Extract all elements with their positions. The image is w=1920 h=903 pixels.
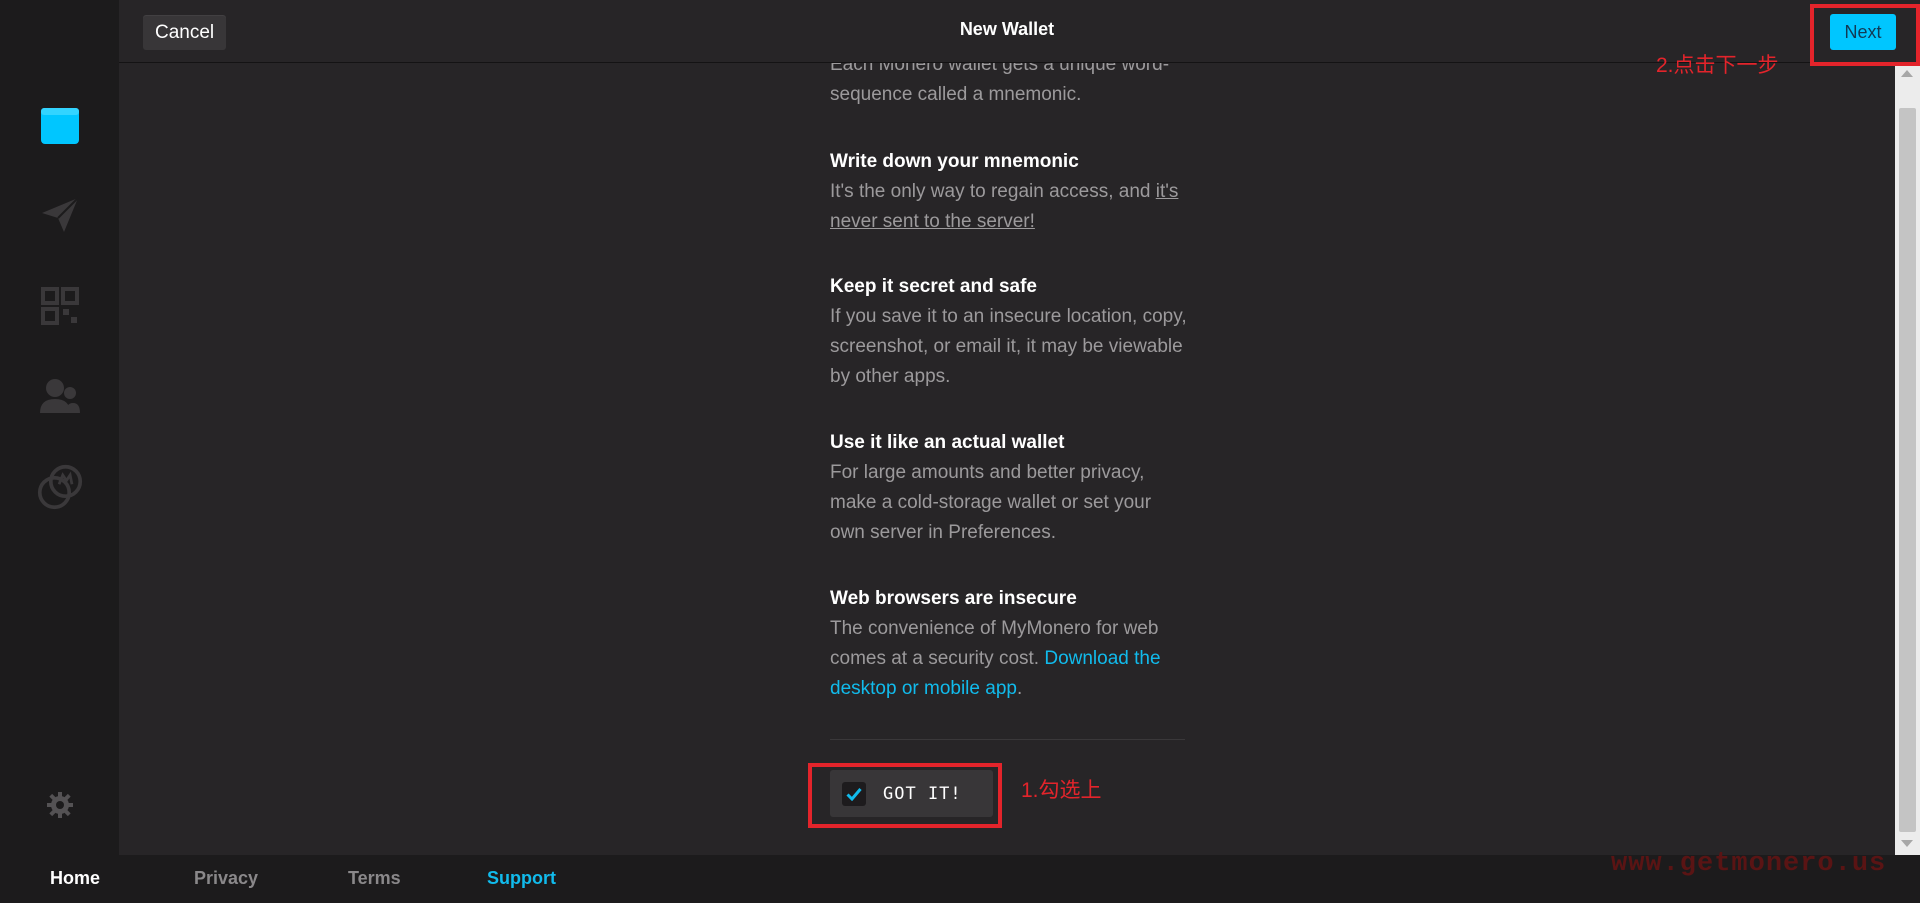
secret-section: Keep it secret and safe If you save it t… [830,272,1190,392]
qr-code-icon [41,287,79,325]
section-title: Use it like an actual wallet [830,432,1065,453]
annotation-box-next [1810,4,1920,66]
browsers-section: Web browsers are insecure The convenienc… [830,584,1190,704]
section-title: Write down your mnemonic [830,151,1079,172]
footer-link-terms[interactable]: Terms [348,868,401,889]
exchange-icon [37,464,83,510]
annotation-box-gotit [808,763,1002,828]
contacts-icon [40,379,80,413]
settings-nav-icon[interactable] [37,782,83,828]
watermark: www.getmonero.us [1611,849,1887,879]
send-icon [42,197,79,232]
page-title: New Wallet [959,19,1055,39]
wallet-nav-icon[interactable] [37,103,83,149]
top-bar: Cancel New Wallet [119,0,1895,63]
section-title: Keep it secret and safe [830,276,1037,297]
exchange-nav-icon[interactable] [37,464,83,510]
section-text-end: . [1016,678,1023,699]
sidebar [0,0,119,855]
section-text: For large amounts and better privacy, ma… [830,462,1152,543]
footer-link-privacy[interactable]: Privacy [194,868,258,889]
contacts-nav-icon[interactable] [37,373,83,419]
divider [830,739,1185,740]
section-text: If you save it to an insecure location, … [830,306,1187,387]
wallet-section: Use it like an actual wallet For large a… [830,428,1190,548]
receive-nav-icon[interactable] [37,283,83,329]
annotation-step2: 2.点击下一步 [1656,54,1779,77]
footer-link-home[interactable]: Home [50,868,100,889]
section-title: Web browsers are insecure [830,588,1077,609]
send-nav-icon[interactable] [37,192,83,238]
mnemonic-section: Write down your mnemonic It's the only w… [830,147,1190,237]
scroll-down-arrow-icon[interactable] [1901,840,1913,847]
scroll-up-arrow-icon[interactable] [1901,70,1913,77]
scrollbar-thumb[interactable] [1899,108,1916,832]
wallet-icon [41,108,79,144]
annotation-step1: 1.勾选上 [1021,779,1102,802]
settings-icon [47,792,73,818]
footer-link-support[interactable]: Support [487,868,556,889]
section-text: It's the only way to regain access, and [830,181,1156,202]
